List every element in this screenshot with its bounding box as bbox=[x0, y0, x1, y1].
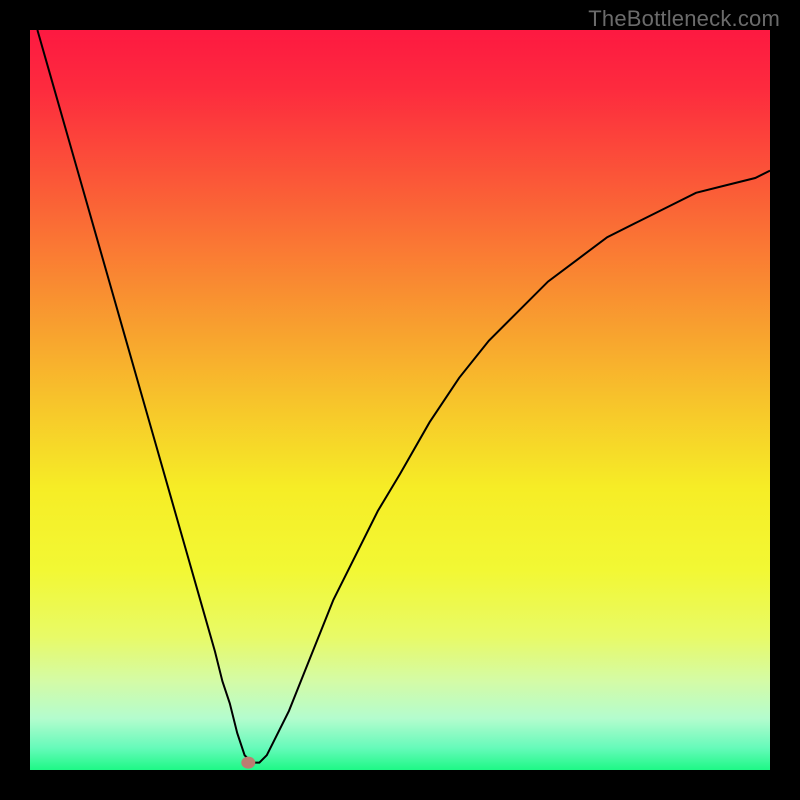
marker-dot bbox=[241, 757, 255, 769]
chart-background bbox=[30, 30, 770, 770]
chart-svg bbox=[30, 30, 770, 770]
watermark-text: TheBottleneck.com bbox=[588, 6, 780, 32]
chart-container: TheBottleneck.com bbox=[0, 0, 800, 800]
